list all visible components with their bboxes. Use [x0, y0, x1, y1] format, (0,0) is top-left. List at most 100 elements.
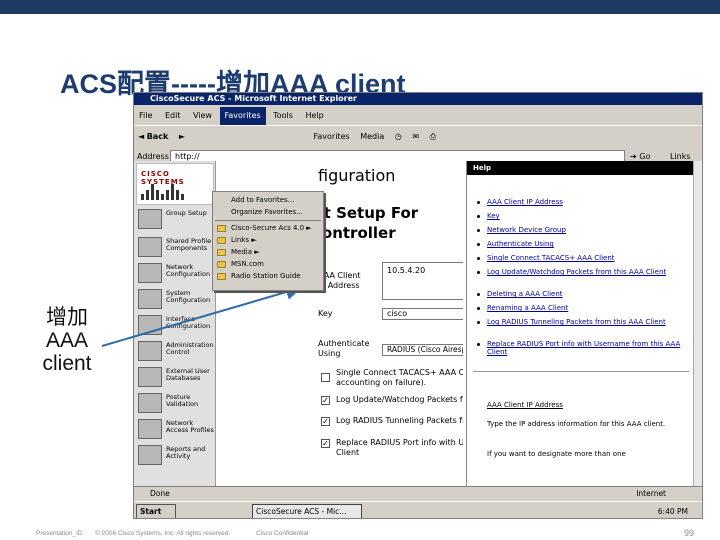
help-link-log-radius-tunneling[interactable]: Log RADIUS Tunneling Packets from this A…	[487, 318, 687, 326]
menu-file[interactable]: File	[134, 107, 157, 125]
menu-view[interactable]: View	[188, 107, 217, 125]
page-content: CISCO SYSTEMS Group Setup Shared Profile…	[134, 161, 702, 486]
footer-copyright: © 2006 Cisco Systems, Inc. All rights re…	[95, 530, 231, 537]
single-connect-label: Single Connect TACACS+ AAA Client (Rec a…	[336, 368, 463, 388]
help-link-deleting[interactable]: Deleting a AAA Client	[487, 290, 687, 298]
favorites-button[interactable]: Favorites	[310, 126, 354, 148]
nav-label: Group Setup	[166, 209, 207, 217]
help-link-ip-address[interactable]: AAA Client IP Address	[487, 198, 687, 206]
taskbar-app-button[interactable]: CiscoSecure ACS - Mic...	[252, 504, 362, 518]
go-label: Go	[639, 152, 651, 161]
nav-item-reports-and-activity[interactable]: Reports and Activity	[138, 443, 216, 467]
key-input[interactable]: cisco	[382, 308, 463, 320]
menu-item-label: Media	[231, 248, 253, 256]
menu-item-cisco-secure[interactable]: Cisco-Secure Acs 4.0 ►	[213, 223, 323, 234]
help-link-single-connect[interactable]: Single Connect TACACS+ AAA Client	[487, 254, 687, 262]
replace-radius-port-label: Replace RADIUS Port info with Username f…	[336, 438, 463, 458]
menu-item-add-favorites[interactable]: Add to Favorites...	[213, 195, 323, 206]
nav-item-system-configuration[interactable]: System Configuration	[138, 287, 216, 311]
menu-item-media[interactable]: Media ►	[213, 247, 323, 258]
help-header: Help	[467, 161, 702, 175]
help-link-network-device-group[interactable]: Network Device Group	[487, 226, 687, 234]
nav-item-external-user-databases[interactable]: External User Databases	[138, 365, 216, 389]
nav-label: System Configuration	[166, 289, 211, 304]
single-connect-line-1: Single Connect TACACS+ AAA Client (Rec	[336, 368, 463, 377]
help-link-replace-radius-port[interactable]: Replace RADIUS Port info with Username f…	[487, 340, 687, 356]
system-config-icon	[138, 289, 162, 309]
folder-icon	[217, 237, 226, 244]
ip-address-label: AAA Client IP Address	[318, 271, 361, 291]
cisco-logo: CISCO SYSTEMS	[136, 163, 214, 205]
nav-item-group-setup[interactable]: Group Setup	[138, 207, 216, 231]
slide-top-bar	[0, 0, 720, 14]
log-radius-tunneling-label: Log RADIUS Tunneling Packets from this A	[336, 416, 463, 425]
menu-item-msn[interactable]: MSN.com	[213, 259, 323, 270]
media-button[interactable]: Media	[356, 126, 388, 148]
help-link-authenticate-using[interactable]: Authenticate Using	[487, 240, 687, 248]
page-title: nt Setup For controller	[313, 203, 418, 243]
log-radius-tunneling-checkbox[interactable]: ✓	[321, 417, 330, 426]
nav-item-interface-configuration[interactable]: Interface Configuration	[138, 313, 216, 337]
nav-label: Posture Validation	[166, 393, 199, 408]
nav-item-network-configuration[interactable]: Network Configuration	[138, 261, 216, 285]
menu-bar: File Edit View Favorites Tools Help	[134, 107, 702, 125]
nav-label: Administration Control	[166, 341, 214, 356]
replace-radius-line-2: Client	[336, 448, 360, 457]
web-page-icon	[217, 273, 226, 280]
menu-item-organize-favorites[interactable]: Organize Favorites...	[213, 207, 323, 218]
bullet-icon	[477, 215, 480, 218]
authenticate-using-select[interactable]: RADIUS (Cisco Airespace)	[382, 344, 463, 356]
footer-presentation-id: Presentation_ID	[36, 530, 83, 537]
help-scrollbar[interactable]	[693, 161, 702, 486]
menu-item-radio-station[interactable]: Radio Station Guide	[213, 271, 323, 282]
menu-edit[interactable]: Edit	[160, 107, 186, 125]
network-config-icon	[138, 263, 162, 283]
auth-label-line-2: Using	[318, 349, 341, 358]
bullet-icon	[477, 229, 480, 232]
nav-item-administration-control[interactable]: Administration Control	[138, 339, 216, 363]
address-label: Address	[137, 152, 169, 161]
print-icon[interactable]: ⎙	[426, 126, 440, 148]
status-zone: Internet	[636, 489, 666, 498]
bullet-icon	[477, 257, 480, 260]
help-link-renaming[interactable]: Renaming a AAA Client	[487, 304, 687, 312]
web-page-icon	[217, 261, 226, 268]
menu-help[interactable]: Help	[300, 107, 328, 125]
help-link-key[interactable]: Key	[487, 212, 687, 220]
menu-separator	[215, 220, 321, 221]
menu-favorites[interactable]: Favorites	[219, 107, 266, 125]
shared-profile-icon	[138, 237, 162, 257]
forward-icon[interactable]: ►	[175, 126, 189, 148]
replace-radius-line-1: Replace RADIUS Port info with Username f	[336, 438, 463, 447]
back-button[interactable]: ◄ Back	[134, 126, 172, 148]
status-text: Done	[150, 489, 170, 498]
footer-confidential: Cisco Confidential	[256, 530, 309, 537]
help-link-log-update[interactable]: Log Update/Watchdog Packets from this AA…	[487, 268, 687, 276]
nav-label: Shared Profile Components	[166, 237, 212, 252]
bullet-icon	[477, 243, 480, 246]
single-connect-checkbox[interactable]	[321, 373, 330, 382]
nav-item-posture-validation[interactable]: Posture Validation	[138, 391, 216, 415]
side-label-line-2: AAA	[45, 329, 89, 352]
reports-icon	[138, 445, 162, 465]
bullet-icon	[477, 201, 480, 204]
menu-item-links[interactable]: Links ►	[213, 235, 323, 246]
menu-item-label: Cisco-Secure Acs 4.0	[231, 224, 305, 232]
nav-item-shared-profile[interactable]: Shared Profile Components	[138, 235, 216, 259]
taskbar: Start CiscoSecure ACS - Mic... 6:40 PM	[134, 501, 702, 518]
help-section-text-2: If you want to designate more than one	[487, 450, 626, 458]
menu-item-label: Links	[231, 236, 249, 244]
history-icon[interactable]: ◷	[391, 126, 406, 148]
nav-item-network-access-profiles[interactable]: Network Access Profiles	[138, 417, 216, 441]
replace-radius-port-checkbox[interactable]: ✓	[321, 439, 330, 448]
bullet-icon	[477, 343, 480, 346]
ip-label-line-1: AAA Client	[318, 271, 361, 280]
help-divider	[473, 371, 689, 372]
log-update-checkbox[interactable]: ✓	[321, 396, 330, 405]
menu-item-label: MSN.com	[231, 260, 264, 268]
menu-tools[interactable]: Tools	[268, 107, 298, 125]
mail-icon[interactable]: ✉	[408, 126, 423, 148]
start-button[interactable]: Start	[136, 504, 176, 518]
ip-address-input[interactable]: 10.5.4.20	[382, 262, 463, 300]
acs-nav: CISCO SYSTEMS Group Setup Shared Profile…	[134, 161, 216, 486]
